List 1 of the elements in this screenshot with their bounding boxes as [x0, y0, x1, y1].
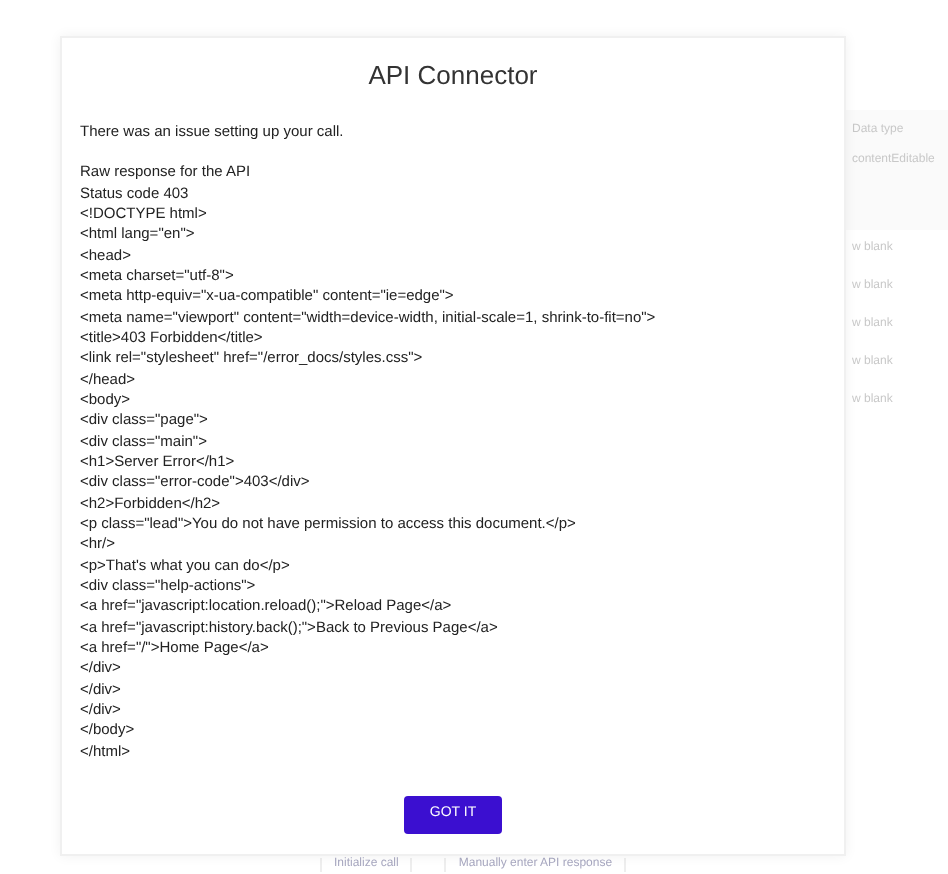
dialog-title: API Connector — [366, 58, 540, 94]
